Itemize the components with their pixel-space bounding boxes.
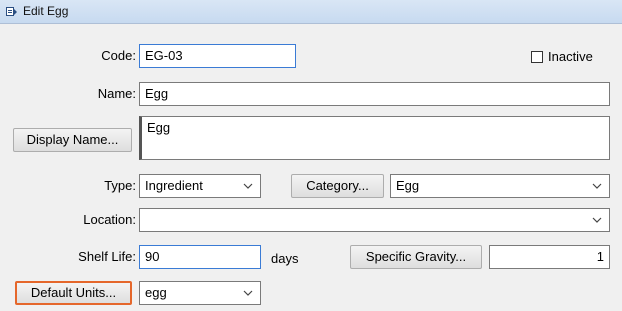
chevron-down-icon bbox=[592, 217, 602, 223]
type-select[interactable]: Ingredient bbox=[139, 174, 261, 198]
location-label: Location: bbox=[83, 212, 136, 227]
type-label: Type: bbox=[104, 178, 136, 193]
chevron-down-icon bbox=[592, 183, 602, 189]
specific-gravity-input[interactable]: 1 bbox=[489, 245, 610, 269]
edit-window-icon bbox=[6, 7, 17, 16]
default-units-button[interactable]: Default Units... bbox=[15, 281, 132, 305]
name-label: Name: bbox=[97, 86, 136, 101]
category-button[interactable]: Category... bbox=[291, 174, 384, 198]
category-select-value: Egg bbox=[396, 178, 420, 193]
inactive-checkbox[interactable] bbox=[531, 51, 543, 63]
window-title: Edit Egg bbox=[23, 4, 69, 18]
location-select[interactable] bbox=[139, 208, 610, 232]
title-bar: Edit Egg bbox=[0, 0, 622, 24]
default-units-select-value: egg bbox=[145, 285, 167, 300]
category-select[interactable]: Egg bbox=[390, 174, 610, 198]
code-label: Code: bbox=[101, 48, 136, 63]
shelf-life-label: Shelf Life: bbox=[78, 249, 136, 264]
shelf-life-unit: days bbox=[271, 251, 299, 266]
chevron-down-icon bbox=[243, 290, 253, 296]
display-name-button[interactable]: Display Name... bbox=[13, 128, 132, 152]
display-name-textarea[interactable]: Egg bbox=[139, 116, 610, 160]
shelf-life-input[interactable]: 90 bbox=[139, 245, 261, 269]
inactive-label: Inactive bbox=[548, 49, 593, 64]
type-select-value: Ingredient bbox=[145, 178, 203, 193]
chevron-down-icon bbox=[243, 183, 253, 189]
code-input[interactable]: EG-03 bbox=[139, 44, 296, 68]
specific-gravity-button[interactable]: Specific Gravity... bbox=[350, 245, 482, 269]
name-input[interactable]: Egg bbox=[139, 82, 610, 106]
default-units-select[interactable]: egg bbox=[139, 281, 261, 305]
